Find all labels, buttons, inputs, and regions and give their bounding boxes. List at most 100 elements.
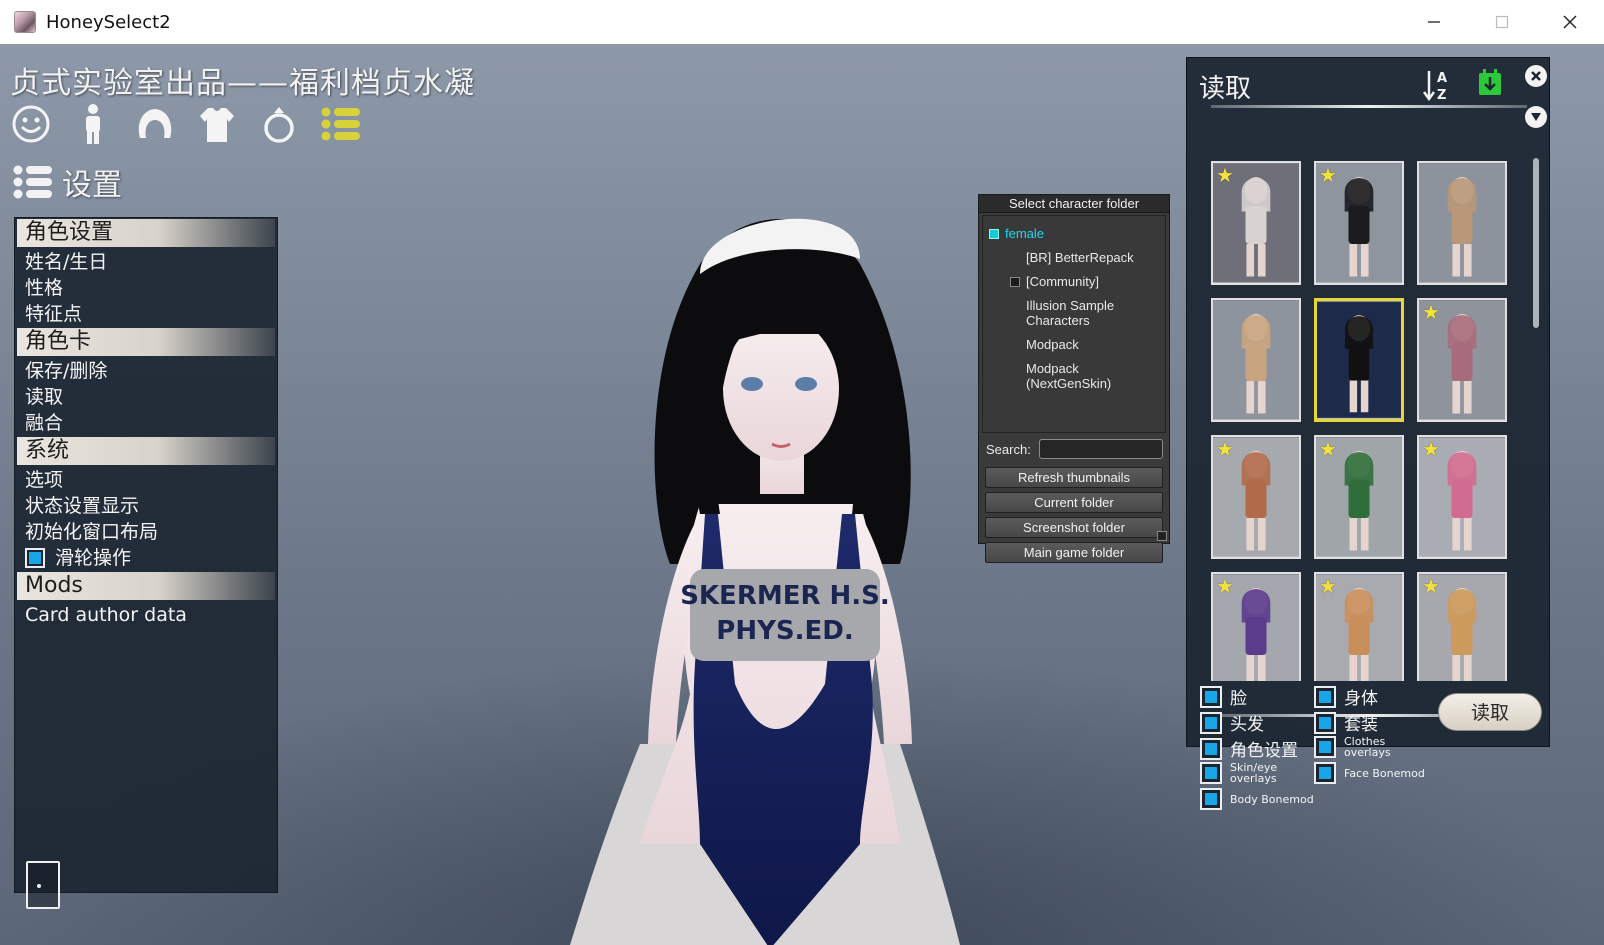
option-hair[interactable]: 头发 bbox=[1200, 710, 1264, 735]
wheel-checkbox[interactable] bbox=[25, 548, 45, 568]
sort-button[interactable]: A Z bbox=[1422, 68, 1453, 107]
svg-text:A: A bbox=[1437, 71, 1447, 86]
expand-toggle-icon[interactable] bbox=[989, 229, 999, 239]
option-body-bonemod[interactable]: Body Bonemod bbox=[1200, 788, 1314, 810]
face-tab[interactable] bbox=[10, 102, 52, 146]
list-icon bbox=[321, 107, 360, 141]
folder-node-female[interactable]: female bbox=[983, 223, 1165, 247]
menu-item-reset-layout[interactable]: 初始化窗口布局 bbox=[15, 519, 277, 545]
option-label: 脸 bbox=[1230, 689, 1247, 709]
exit-button[interactable] bbox=[26, 861, 60, 909]
option-clothes-overlays-checkbox[interactable] bbox=[1314, 736, 1336, 758]
chevron-down-icon bbox=[1531, 113, 1541, 121]
option-face[interactable]: 脸 bbox=[1200, 684, 1247, 709]
settings-tab[interactable] bbox=[320, 102, 362, 146]
wheel-checkbox-label: 滑轮操作 bbox=[55, 547, 132, 569]
option-character-settings[interactable]: 角色设置 bbox=[1200, 736, 1298, 761]
option-outfit-checkbox[interactable] bbox=[1314, 711, 1336, 734]
option-face-bonemod[interactable]: Face Bonemod bbox=[1314, 762, 1425, 784]
load-panel-title: 读取 bbox=[1199, 74, 1252, 104]
folder-node-illusion-sample[interactable]: Illusion Sample Characters bbox=[983, 295, 1165, 334]
expand-toggle-icon[interactable] bbox=[1010, 277, 1020, 287]
close-button[interactable] bbox=[1536, 0, 1604, 44]
load-panel-close-button[interactable] bbox=[1525, 65, 1547, 87]
window-controls bbox=[1400, 0, 1604, 44]
menu-section-card: 角色卡 bbox=[17, 328, 275, 356]
option-clothes-overlays[interactable]: Clothes overlays bbox=[1314, 736, 1404, 758]
load-button[interactable]: 读取 bbox=[1438, 693, 1542, 731]
menu-item-merge[interactable]: 融合 bbox=[15, 410, 277, 436]
refresh-thumbnails-button[interactable]: Refresh thumbnails bbox=[985, 467, 1163, 488]
hair-tab[interactable] bbox=[134, 102, 176, 146]
smiley-face-icon bbox=[12, 105, 50, 143]
option-hair-checkbox[interactable] bbox=[1200, 711, 1222, 734]
character-card[interactable]: ★ bbox=[1314, 572, 1404, 681]
menu-item-traits[interactable]: 特征点 bbox=[15, 301, 277, 327]
option-outfit[interactable]: 套装 bbox=[1314, 710, 1378, 735]
folder-node-modpack[interactable]: Modpack bbox=[983, 334, 1165, 358]
menu-item-options[interactable]: 选项 bbox=[15, 467, 277, 493]
favorite-star-icon: ★ bbox=[1319, 576, 1337, 598]
character-card-grid: ★ ★ ★ ★ ★ ★ ★ ★ ★ bbox=[1211, 161, 1521, 681]
character-card[interactable]: ★ bbox=[1417, 298, 1507, 422]
character-card[interactable]: ★ bbox=[1314, 161, 1404, 285]
main-game-folder-button[interactable]: Main game folder bbox=[985, 542, 1163, 563]
screenshot-folder-button[interactable]: Screenshot folder bbox=[985, 517, 1163, 538]
card-grid-scrollbar[interactable] bbox=[1533, 158, 1539, 328]
menu-item-save-delete[interactable]: 保存/删除 bbox=[15, 358, 277, 384]
minimize-icon bbox=[1428, 21, 1440, 23]
character-thumbnail bbox=[1213, 300, 1299, 420]
menu-item-status-display[interactable]: 状态设置显示 bbox=[15, 493, 277, 519]
folder-label: [Community] bbox=[1026, 274, 1099, 289]
character-card[interactable] bbox=[1417, 161, 1507, 285]
settings-header: 设置 bbox=[12, 160, 122, 204]
character-card[interactable]: ★ bbox=[1417, 572, 1507, 681]
option-label: 头发 bbox=[1230, 715, 1264, 735]
current-folder-button[interactable]: Current folder bbox=[985, 492, 1163, 513]
character-card[interactable]: ★ bbox=[1211, 435, 1301, 559]
option-body-bonemod-checkbox[interactable] bbox=[1200, 788, 1222, 810]
folder-node-modpack-nextgenskin[interactable]: Modpack (NextGenSkin) bbox=[983, 358, 1165, 397]
collapse-dropdown-button[interactable] bbox=[1525, 106, 1547, 128]
save-card-button[interactable] bbox=[1477, 68, 1503, 103]
favorite-star-icon: ★ bbox=[1216, 439, 1234, 461]
menu-item-card-author[interactable]: Card author data bbox=[15, 602, 277, 628]
option-body[interactable]: 身体 bbox=[1314, 684, 1378, 709]
list-icon bbox=[13, 165, 52, 199]
character-thumbnail bbox=[1419, 163, 1505, 283]
option-character-settings-checkbox[interactable] bbox=[1200, 737, 1222, 760]
download-icon bbox=[1479, 69, 1501, 95]
folder-search-input[interactable] bbox=[1038, 439, 1163, 459]
menu-item-load[interactable]: 读取 bbox=[15, 384, 277, 410]
character-thumbnail bbox=[1317, 302, 1401, 418]
menu-item-personality[interactable]: 性格 bbox=[15, 275, 277, 301]
folder-node-betterrepack[interactable]: [BR] BetterRepack bbox=[983, 247, 1165, 271]
resize-handle[interactable] bbox=[1157, 531, 1167, 541]
character-viewport[interactable]: SKERMER H.S. PHYS.ED. 贞式实验室出品——福利档贞水凝 设置… bbox=[0, 44, 1604, 945]
character-card[interactable]: ★ bbox=[1417, 435, 1507, 559]
option-body-checkbox[interactable] bbox=[1314, 685, 1336, 708]
character-card[interactable] bbox=[1211, 298, 1301, 422]
character-card[interactable]: ★ bbox=[1314, 435, 1404, 559]
option-face-bonemod-checkbox[interactable] bbox=[1314, 762, 1336, 784]
accessory-tab[interactable] bbox=[258, 102, 300, 146]
sort-az-icon: A Z bbox=[1422, 71, 1447, 103]
favorite-star-icon: ★ bbox=[1216, 165, 1234, 187]
divider bbox=[1211, 105, 1527, 108]
character-card[interactable]: ★ bbox=[1211, 161, 1301, 285]
menu-item-name-birthday[interactable]: 姓名/生日 bbox=[15, 249, 277, 275]
body-tab[interactable] bbox=[72, 102, 114, 146]
menu-item-wheel-toggle[interactable]: 滑轮操作 bbox=[15, 545, 277, 571]
minimize-button[interactable] bbox=[1400, 0, 1468, 44]
clothes-tab[interactable] bbox=[196, 102, 238, 146]
load-panel: 读取 A Z ★ ★ ★ ★ ★ ★ ★ ★ ★ bbox=[1186, 57, 1550, 747]
option-skin-eye-overlays[interactable]: Skin/eye overlays bbox=[1200, 762, 1290, 784]
favorite-star-icon: ★ bbox=[1422, 439, 1440, 461]
option-face-checkbox[interactable] bbox=[1200, 685, 1222, 708]
maximize-button[interactable] bbox=[1468, 0, 1536, 44]
option-skin-eye-overlays-checkbox[interactable] bbox=[1200, 762, 1222, 784]
option-label: Body Bonemod bbox=[1230, 792, 1314, 806]
character-card[interactable] bbox=[1314, 298, 1404, 422]
character-card[interactable]: ★ bbox=[1211, 572, 1301, 681]
folder-node-community[interactable]: [Community] bbox=[983, 271, 1165, 295]
